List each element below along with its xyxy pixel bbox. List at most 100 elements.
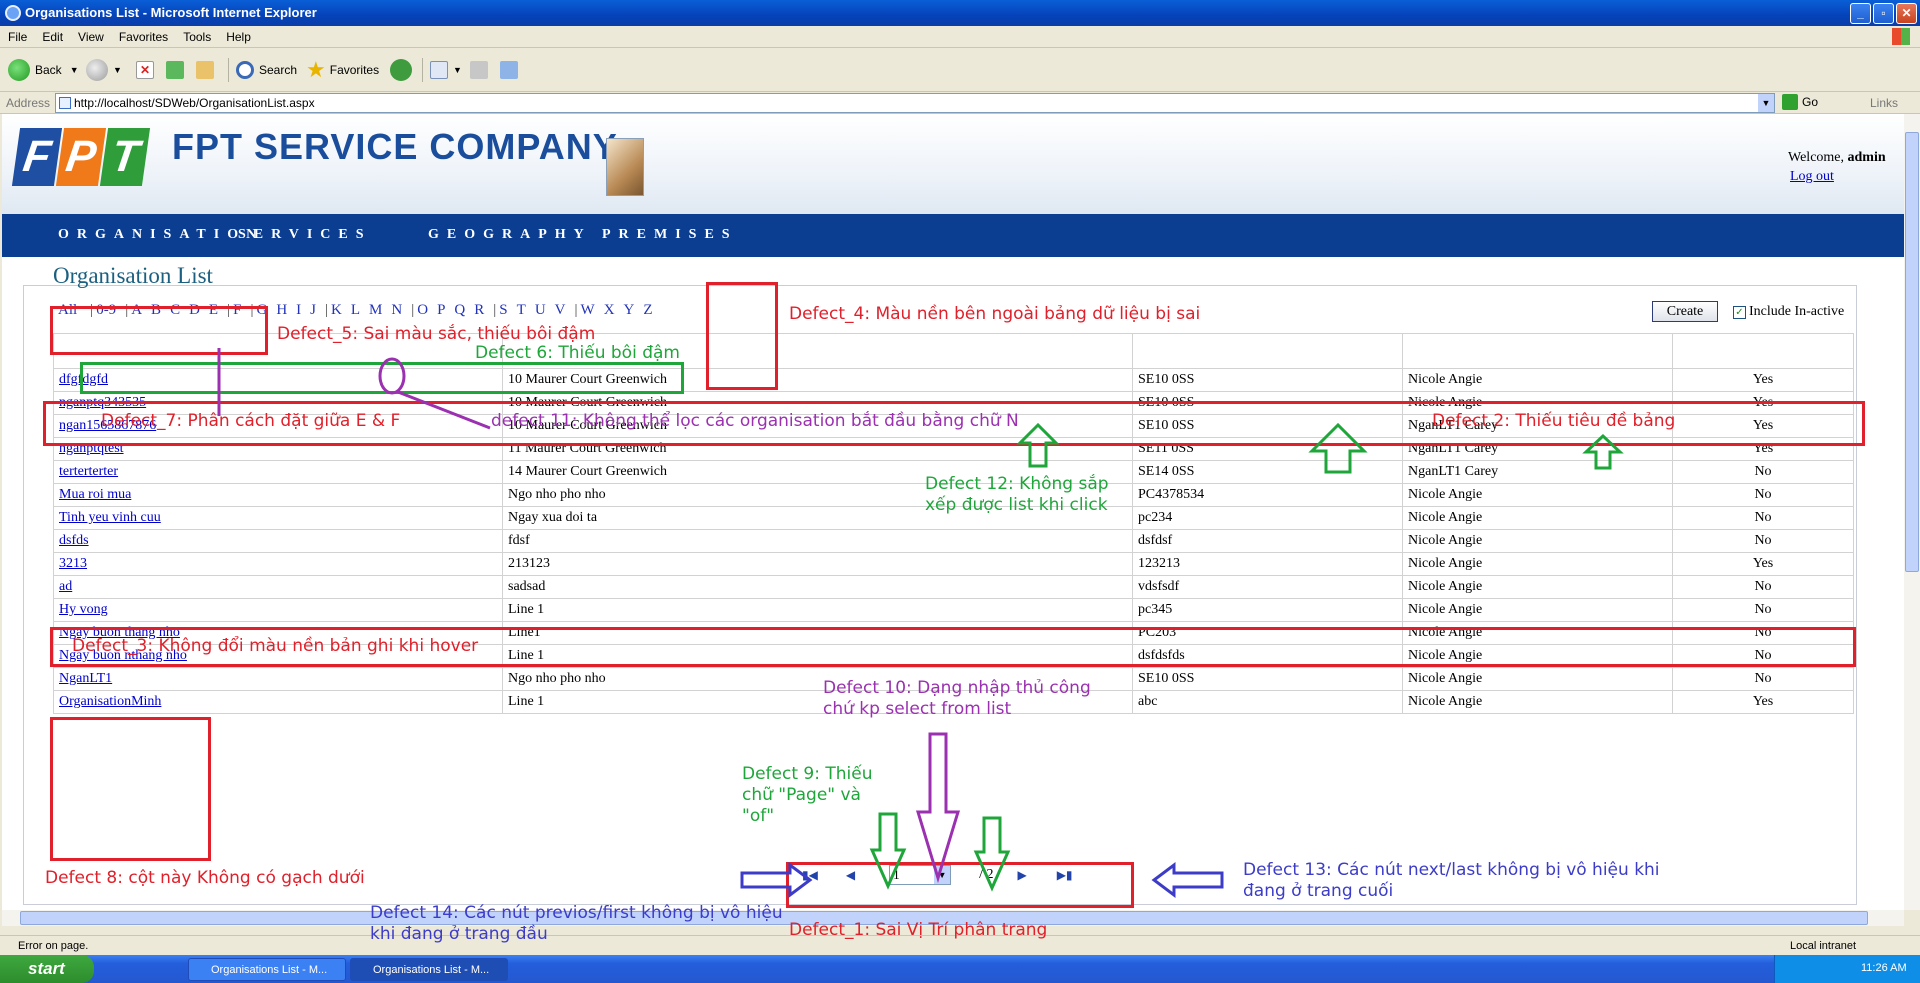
cell-postcode: abc: [1132, 690, 1403, 714]
mail-button[interactable]: ▼: [430, 56, 462, 84]
filter-x[interactable]: X: [604, 302, 615, 318]
filter-i[interactable]: I: [296, 302, 301, 318]
cell-contact: Nicole Angie: [1402, 598, 1673, 622]
filter-p[interactable]: P: [437, 302, 445, 318]
cell-address: sadsad: [502, 575, 1133, 599]
filter-j[interactable]: J: [310, 302, 316, 318]
cell-org-name[interactable]: Tinh yeu vinh cuu: [53, 506, 503, 530]
annotation-d4: Defect_4: Màu nền bên ngoài bảng dữ liệu…: [789, 304, 1201, 324]
address-input[interactable]: http://localhost/SDWeb/OrganisationList.…: [55, 93, 1775, 113]
filter-s[interactable]: S: [499, 302, 507, 318]
forward-button[interactable]: ▼: [86, 56, 122, 84]
address-dropdown[interactable]: ▼: [1758, 94, 1774, 112]
annotation-box-title: [50, 306, 268, 355]
cell-postcode: pc234: [1132, 506, 1403, 530]
cell-org-name[interactable]: ad: [53, 575, 503, 599]
filter-y[interactable]: Y: [624, 302, 635, 318]
address-bar: Address http://localhost/SDWeb/Organisat…: [0, 92, 1920, 114]
minimize-button[interactable]: _: [1850, 3, 1871, 24]
ie-icon: [5, 5, 21, 21]
cell-contact: Nicole Angie: [1402, 529, 1673, 553]
cell-active: No: [1672, 575, 1854, 599]
system-tray: 11:26 AM: [1774, 955, 1920, 983]
menu-edit[interactable]: Edit: [34, 26, 70, 44]
taskbar-item[interactable]: Organisations List - M...: [350, 958, 508, 981]
annotation-d10: Defect 10: Dạng nhập thủ công chứ kp sele…: [823, 678, 1091, 719]
cell-org-name[interactable]: Mua roi mua: [53, 483, 503, 507]
window-title: Organisations List - Microsoft Internet …: [25, 5, 317, 20]
header-photo: [606, 138, 644, 196]
cell-org-name[interactable]: terterterter: [53, 460, 503, 484]
create-button[interactable]: Create: [1652, 301, 1718, 322]
table-row[interactable]: Hy vong Line 1 pc345 Nicole Angie No: [53, 598, 1854, 622]
annotation-d8: Defect 8: cột này Không có gạch dưới: [45, 868, 365, 888]
filter-h[interactable]: H: [276, 302, 287, 318]
stop-button[interactable]: ✕: [136, 56, 159, 84]
cell-postcode: dsfdsf: [1132, 529, 1403, 553]
nav-services[interactable]: SERVICES: [238, 227, 372, 243]
close-button[interactable]: ✕: [1896, 3, 1917, 24]
filter-t[interactable]: T: [517, 302, 526, 318]
go-button[interactable]: Go: [1782, 94, 1818, 110]
maximize-button[interactable]: ▫: [1873, 3, 1894, 24]
vertical-scrollbar[interactable]: [1904, 114, 1920, 910]
zone-text: Local intranet: [1790, 940, 1857, 952]
table-row[interactable]: ad sadsad vdsfsdf Nicole Angie No: [53, 575, 1854, 599]
filter-u[interactable]: U: [535, 302, 546, 318]
filter-o[interactable]: O: [417, 302, 428, 318]
home-icon: [196, 61, 214, 79]
filter-n[interactable]: N: [391, 302, 402, 318]
table-row[interactable]: 3213 213123 123213 Nicole Angie Yes: [53, 552, 1854, 576]
annotation-d13: Defect 13: Các nút next/last không bị vô…: [1243, 860, 1660, 901]
menu-tools[interactable]: Tools: [175, 26, 218, 44]
history-button[interactable]: [390, 56, 417, 84]
annotation-box-column: [50, 717, 211, 861]
cell-contact: NganLT1 Carey: [1402, 460, 1673, 484]
cell-active: No: [1672, 529, 1854, 553]
filter-l[interactable]: L: [351, 302, 360, 318]
mail-icon: [430, 61, 448, 79]
print-icon: [470, 61, 488, 79]
cell-postcode: 123213: [1132, 552, 1403, 576]
nav-geography[interactable]: GEOGRAPHY: [428, 227, 592, 243]
table-row[interactable]: dsfds fdsf dsfdsf Nicole Angie No: [53, 529, 1854, 553]
cell-active: No: [1672, 598, 1854, 622]
star-icon: ★: [306, 57, 326, 82]
taskbar-item[interactable]: Organisations List - M...: [188, 958, 346, 981]
nav-organisation[interactable]: ORGANISATION: [58, 227, 264, 243]
edit-button[interactable]: [500, 56, 523, 84]
search-button[interactable]: Search: [236, 56, 297, 84]
cell-org-name[interactable]: dsfds: [53, 529, 503, 553]
cell-org-name[interactable]: Hy vong: [53, 598, 503, 622]
filter-r[interactable]: R: [474, 302, 484, 318]
annotation-d9: Defect 9: Thiếu chữ "Page" và "of": [742, 764, 873, 826]
print-button[interactable]: [470, 56, 493, 84]
home-button[interactable]: [196, 56, 219, 84]
start-button[interactable]: start: [0, 955, 94, 983]
filter-w[interactable]: W: [581, 302, 595, 318]
cell-org-name[interactable]: NganLT1: [53, 667, 503, 691]
annotation-box-pager: [786, 862, 1134, 908]
back-button[interactable]: Back ▼: [8, 56, 79, 84]
menu-favorites[interactable]: Favorites: [111, 26, 175, 44]
include-inactive-checkbox[interactable]: ✓: [1733, 305, 1746, 319]
favorites-button[interactable]: ★ Favorites: [306, 56, 379, 84]
filter-z[interactable]: Z: [643, 302, 652, 318]
logout-link[interactable]: Log out: [1790, 169, 1834, 185]
filter-v[interactable]: V: [555, 302, 566, 318]
refresh-button[interactable]: [166, 56, 189, 84]
cell-postcode: PC4378534: [1132, 483, 1403, 507]
menu-file[interactable]: File: [0, 26, 34, 44]
filter-m[interactable]: M: [369, 302, 382, 318]
annotation-box-alpha: [80, 362, 684, 394]
menu-help[interactable]: Help: [218, 26, 258, 44]
links-button[interactable]: Links: [1870, 96, 1898, 110]
cell-org-name[interactable]: OrganisationMinh: [53, 690, 503, 714]
cell-org-name[interactable]: 3213: [53, 552, 503, 576]
cell-active: No: [1672, 483, 1854, 507]
cell-active: No: [1672, 460, 1854, 484]
filter-k[interactable]: K: [331, 302, 342, 318]
menu-view[interactable]: View: [70, 26, 111, 44]
nav-premises[interactable]: PREMISES: [602, 227, 738, 243]
filter-q[interactable]: Q: [454, 302, 465, 318]
